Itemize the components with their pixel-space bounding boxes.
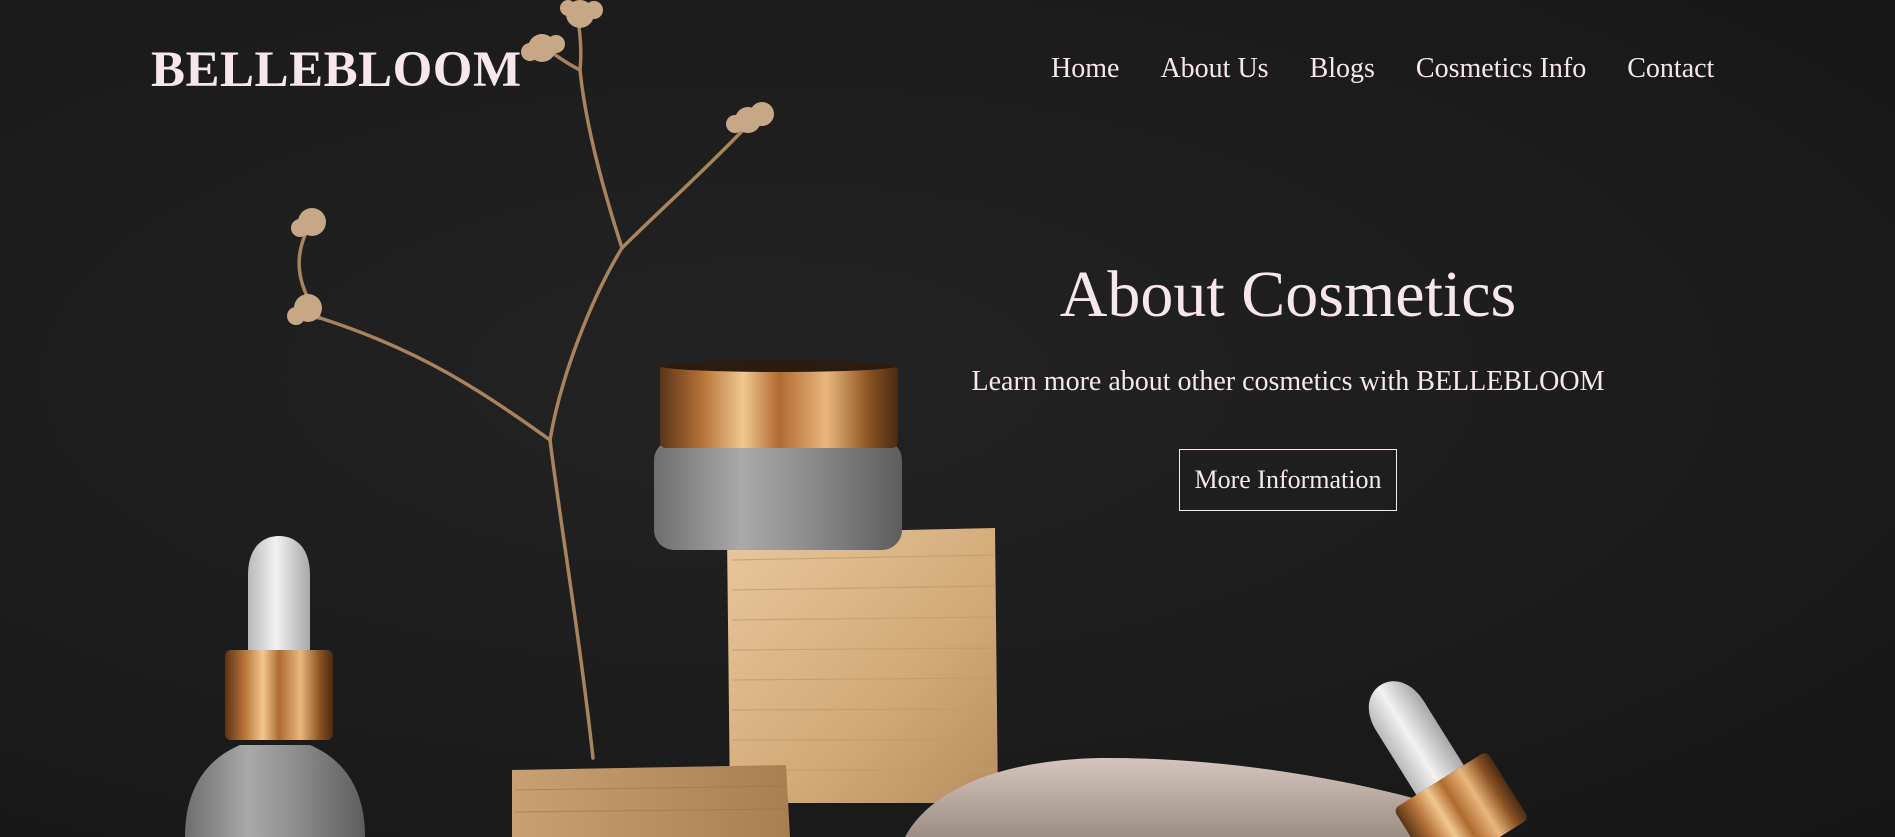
hero-subtitle: Learn more about other cosmetics with BE… [971,366,1605,397]
nav-item-cosmetics-info: Cosmetics Info [1416,50,1627,88]
site-header: BELLEBLOOM Home About Us Blogs Cosmetics… [0,0,1895,140]
nav-item-contact: Contact [1627,50,1714,88]
nav-link-cosmetics-info[interactable]: Cosmetics Info [1416,50,1586,88]
brand-logo[interactable]: BELLEBLOOM [151,40,522,100]
nav-item-about-us: About Us [1160,50,1309,88]
nav-link-contact[interactable]: Contact [1627,50,1714,88]
nav-item-home: Home [1051,50,1160,88]
nav-link-about-us[interactable]: About Us [1160,50,1268,88]
more-information-button[interactable]: More Information [1179,449,1397,511]
nav-link-home[interactable]: Home [1051,50,1119,88]
nav-item-blogs: Blogs [1310,50,1416,88]
hero-title: About Cosmetics [1059,258,1517,331]
hero-section: BELLEBLOOM Home About Us Blogs Cosmetics… [0,0,1895,837]
hero-content: About Cosmetics Learn more about other c… [888,255,1688,511]
main-nav: Home About Us Blogs Cosmetics Info Conta… [1051,50,1714,88]
nav-link-blogs[interactable]: Blogs [1310,50,1375,88]
